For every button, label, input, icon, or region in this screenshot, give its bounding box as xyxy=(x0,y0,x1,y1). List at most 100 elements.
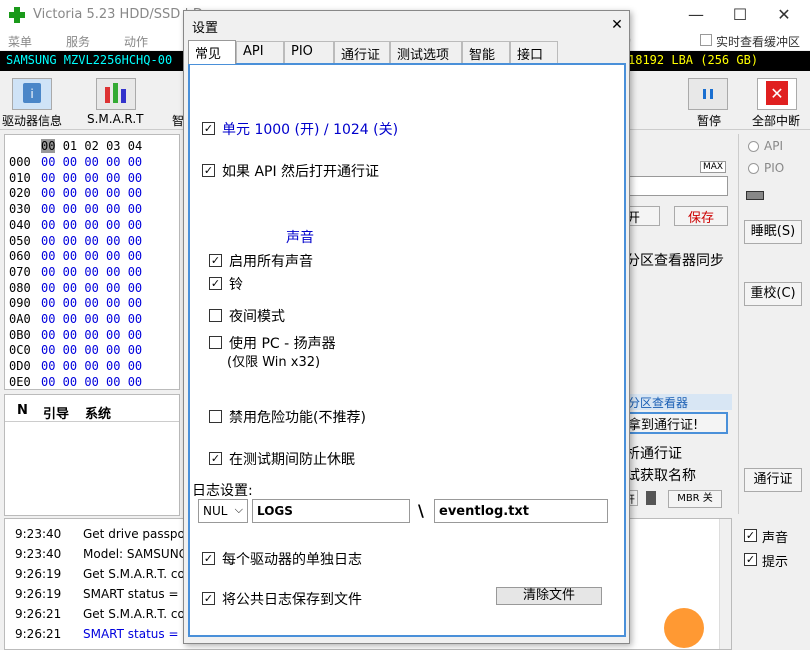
col-n: N xyxy=(17,403,28,418)
hex-row-address: 070 xyxy=(9,264,31,279)
log-file-input[interactable]: eventlog.txt xyxy=(434,499,608,523)
recalibrate-button[interactable]: 重校(C) xyxy=(744,282,802,306)
minimize-button[interactable]: — xyxy=(676,4,716,26)
tab-test-options[interactable]: 测试选项 xyxy=(390,41,462,63)
tab-api[interactable]: API xyxy=(236,41,284,63)
sound-checkbox[interactable]: ✓ xyxy=(744,529,757,542)
hex-row-values: 00 00 00 00 00 xyxy=(41,374,143,389)
partition-sync-label[interactable]: 分区查看器同步 xyxy=(626,250,724,270)
hex-row: 0B0 00 00 00 00 00 xyxy=(9,328,142,342)
disable-dangerous-checkbox[interactable] xyxy=(209,410,222,423)
hex-row-values: 00 00 00 00 00 xyxy=(41,280,143,295)
menu-item-menu[interactable]: 菜单 xyxy=(8,33,32,50)
disable-dangerous-label: 禁用危险功能(不推荐) xyxy=(229,410,366,426)
api-radio[interactable] xyxy=(748,141,759,152)
log-time: 9:26:19 xyxy=(15,567,62,581)
tab-general[interactable]: 常见 xyxy=(188,40,236,64)
drive-info-label: 驱动器信息 xyxy=(2,114,63,128)
hex-row-values: 00 00 00 00 00 xyxy=(41,202,143,217)
tab-smart[interactable]: 智能 xyxy=(462,41,510,63)
smart-button[interactable] xyxy=(96,78,136,110)
menu-item-service[interactable]: 服务 xyxy=(66,33,90,50)
stop-all-button[interactable]: ✕ xyxy=(757,78,797,110)
partition-viewer-header: 分区查看器 xyxy=(626,394,732,410)
log-folder-input[interactable]: LOGS xyxy=(252,499,410,523)
passport-button[interactable]: 通行证 xyxy=(744,468,802,492)
bell-checkbox[interactable]: ✓ xyxy=(209,277,222,290)
hex-row: 0D0 00 00 00 00 00 xyxy=(9,359,142,373)
bell-label: 铃 xyxy=(229,277,243,293)
victoria-app-icon xyxy=(8,6,26,24)
tab-interface[interactable]: 接口 xyxy=(510,41,558,63)
save-button[interactable]: 保存 xyxy=(674,206,728,226)
hex-row: 090 00 00 00 00 00 xyxy=(9,296,142,310)
dialog-close-button[interactable]: ✕ xyxy=(608,17,626,35)
api-open-passport-checkbox[interactable]: ✓ xyxy=(202,164,215,177)
sleep-button[interactable]: 睡眠(S) xyxy=(744,220,802,244)
chevron-down-icon: ⌵ xyxy=(234,503,243,516)
drive-info-button[interactable]: i xyxy=(12,78,52,110)
night-mode-checkbox[interactable] xyxy=(209,309,222,322)
partition-table[interactable]: N 引导 系统 xyxy=(4,394,180,516)
save-common-log-checkbox[interactable]: ✓ xyxy=(202,592,215,605)
hex-row-address: 0A0 xyxy=(9,312,31,326)
pause-button[interactable] xyxy=(688,78,728,110)
maximize-button[interactable]: ☐ xyxy=(720,4,760,26)
log-message: SMART status = G xyxy=(83,627,192,641)
hint-label: 提示 xyxy=(762,555,789,570)
log-scrollbar[interactable] xyxy=(719,519,731,649)
tab-pio[interactable]: PIO xyxy=(284,41,334,63)
clear-file-button[interactable]: 清除文件 xyxy=(496,587,602,605)
tab-passport[interactable]: 通行证 xyxy=(334,41,390,63)
api-open-passport-label: 如果 API 然后打开通行证 xyxy=(222,164,380,180)
log-time: 9:23:40 xyxy=(15,547,62,561)
mbr-off-button[interactable]: MBR 关 xyxy=(668,490,722,508)
enable-all-sounds-checkbox[interactable]: ✓ xyxy=(209,254,222,267)
buffer-view-icon xyxy=(700,34,712,46)
night-mode-label: 夜间模式 xyxy=(229,309,285,325)
max-button[interactable]: MAX xyxy=(700,161,727,173)
pc-speaker-label: 使用 PC - 扬声器 xyxy=(229,336,336,352)
hex-row-values: 00 00 00 00 00 xyxy=(41,312,143,326)
settings-dialog: 设置 ✕ 常见 API PIO 通行证 测试选项 智能 接口 ✓ 单元 1000… xyxy=(183,10,630,644)
hex-row-values: 00 00 00 00 00 xyxy=(41,359,143,374)
hex-row-address: 020 xyxy=(9,186,31,201)
per-drive-log-checkbox[interactable]: ✓ xyxy=(202,552,215,565)
hex-row-address: 0C0 xyxy=(9,343,31,358)
hex-row: 060 00 00 00 00 00 xyxy=(9,249,142,263)
hex-row-address: 060 xyxy=(9,249,31,264)
prevent-sleep-checkbox[interactable]: ✓ xyxy=(209,452,222,465)
pc-speaker-checkbox[interactable] xyxy=(209,336,222,349)
hex-row: 0C0 00 00 00 00 00 xyxy=(9,343,142,357)
log-settings-label: 日志设置: xyxy=(192,483,253,499)
hint-checkbox[interactable]: ✓ xyxy=(744,553,757,566)
pio-radio[interactable] xyxy=(748,163,759,174)
stop-icon: ✕ xyxy=(766,81,788,105)
log-message: Get S.M.A.R.T. co xyxy=(83,567,185,581)
log-time: 9:26:19 xyxy=(15,587,62,601)
unit-checkbox[interactable]: ✓ xyxy=(202,122,215,135)
hex-col-02: 02 xyxy=(84,139,99,153)
analyze-passport-label[interactable]: 析通行证 xyxy=(626,443,682,463)
log-row: 9:26:21 SMART status = G xyxy=(15,627,192,641)
hex-row: 050 00 00 00 00 00 xyxy=(9,234,142,248)
menu-item-actions[interactable]: 动作 xyxy=(124,33,148,50)
get-passport-button[interactable]: 拿到通行证! xyxy=(624,412,728,434)
log-device-value: NUL xyxy=(203,504,228,518)
try-get-name-label[interactable]: 试获取名称 xyxy=(626,465,696,485)
log-device-select[interactable]: NUL ⌵ xyxy=(198,499,248,523)
hex-row-address: 0E0 xyxy=(9,374,31,389)
general-tab-page: ✓ 单元 1000 (开) / 1024 (关) ✓ 如果 API 然后打开通行… xyxy=(188,63,626,637)
hex-row-address: 0D0 xyxy=(9,359,31,374)
drive-capacity: 18192 LBA (256 GB) xyxy=(628,53,759,67)
hex-row-address: 0B0 xyxy=(9,327,31,342)
settings-tabs: 常见 API PIO 通行证 测试选项 智能 接口 xyxy=(188,40,580,64)
hex-row: 0A0 00 00 00 00 00 xyxy=(9,312,142,326)
lba-end-field[interactable] xyxy=(628,176,728,196)
prevent-sleep-label: 在测试期间防止休眠 xyxy=(229,452,355,468)
log-row: 9:23:40 Get drive passport xyxy=(15,527,194,541)
realtime-buffer-toggle[interactable]: 实时查看缓冲区 xyxy=(716,33,800,50)
app-title: Victoria 5.23 HDD/SSD | D xyxy=(33,7,203,22)
close-window-button[interactable]: ✕ xyxy=(764,4,804,26)
sector-hex-viewer[interactable]: 00 01 02 03 04 000 00 00 00 00 00 010 00 00… xyxy=(4,134,180,390)
